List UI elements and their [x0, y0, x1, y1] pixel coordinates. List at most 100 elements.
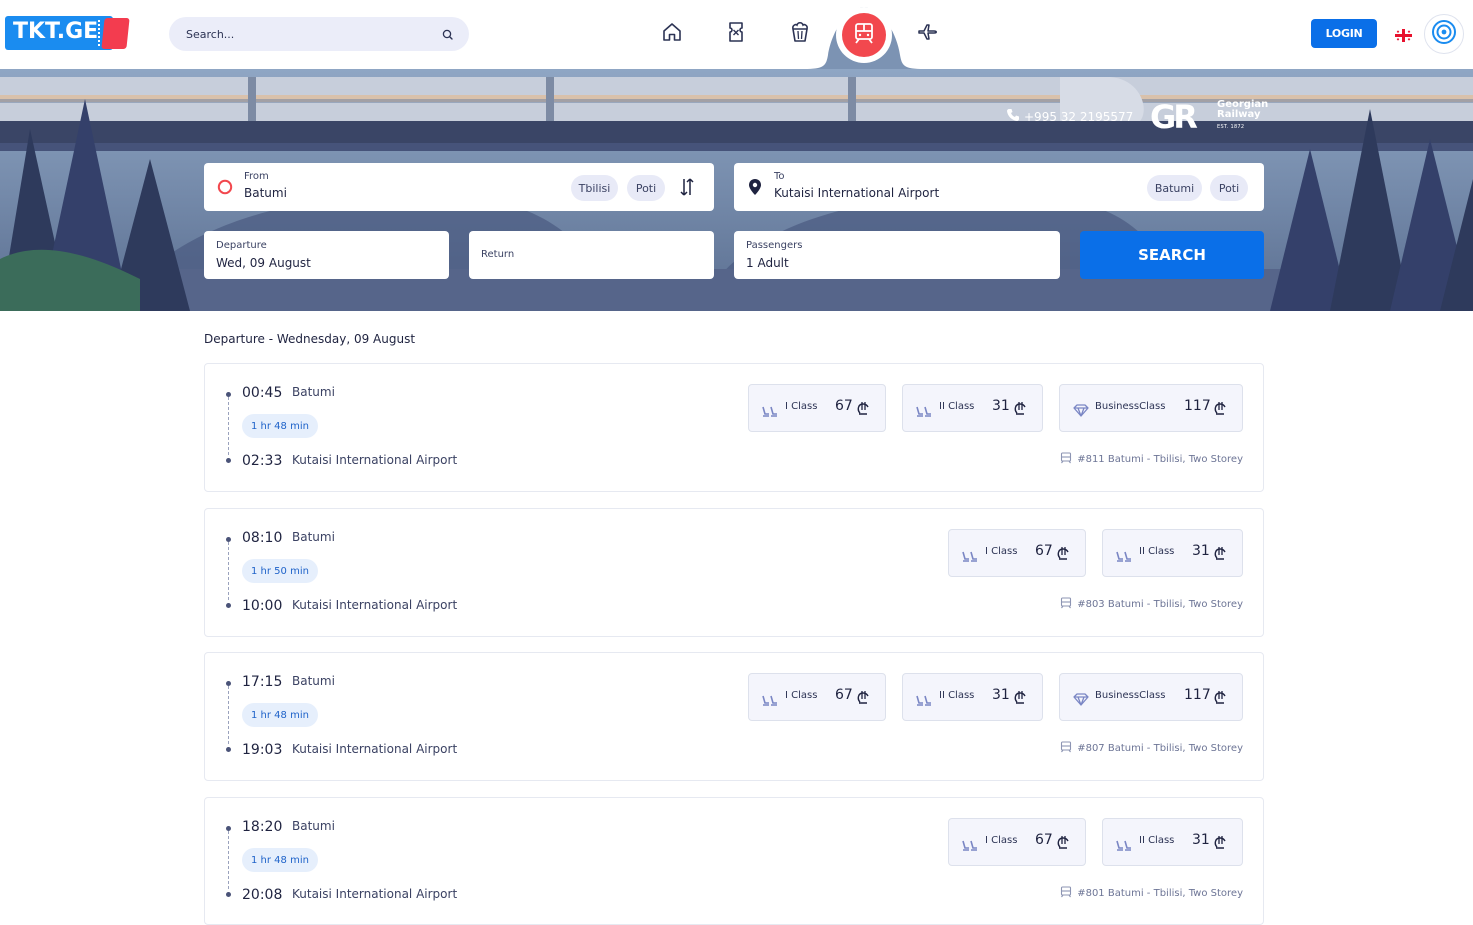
class-price-button[interactable]: I Class 67 [948, 529, 1086, 577]
arrival-city: Kutaisi International Airport [292, 742, 458, 756]
departure-time: 17:15 [242, 674, 283, 690]
profile-button[interactable] [1424, 14, 1464, 54]
gr-logo-est: EST. 1872 [1217, 124, 1245, 130]
lari-icon [1214, 834, 1226, 853]
timeline-line [228, 831, 229, 889]
to-chip-batumi[interactable]: Batumi [1147, 175, 1202, 201]
gr-logo-text: Georgian Railway EST. 1872 [1217, 100, 1268, 132]
nav-railway[interactable] [836, 7, 892, 63]
from-label: From [244, 171, 269, 182]
search-input[interactable] [186, 25, 426, 43]
arrival-city: Kutaisi International Airport [292, 598, 458, 612]
lari-icon [1014, 400, 1026, 419]
class-price-button[interactable]: I Class 67 [948, 818, 1086, 866]
tkt-logo[interactable]: TKT.GE [5, 16, 130, 50]
class-label: BusinessClass [1095, 401, 1166, 412]
to-field[interactable]: To Kutaisi International Airport Batumi … [734, 163, 1264, 211]
departure-city: Batumi [292, 385, 335, 399]
departure-city: Batumi [292, 819, 335, 833]
return-label: Return [481, 249, 515, 260]
contact-phone[interactable]: +995 32 2195577 [1006, 108, 1133, 125]
nav-events[interactable] [722, 19, 750, 49]
return-date-field[interactable]: Return [469, 231, 714, 279]
to-chip-poti[interactable]: Poti [1210, 175, 1248, 201]
search-button[interactable]: SEARCH [1080, 231, 1264, 279]
train-result-card: 08:10 Batumi 1 hr 50 min 10:00 Kutaisi I… [204, 508, 1264, 637]
departure-date-field[interactable]: Departure Wed, 09 August [204, 231, 449, 279]
class-label: I Class [985, 835, 1018, 846]
from-field[interactable]: From Batumi Tbilisi Poti [204, 163, 714, 211]
class-price: 31 [1192, 832, 1210, 848]
departure-value: Wed, 09 August [216, 256, 311, 270]
arrival-time: 10:00 [242, 598, 283, 614]
class-price-button[interactable]: I Class 67 [748, 384, 886, 432]
train-info-text: #807 Batumi - Tbilisi, Two Storey [1077, 743, 1243, 754]
railway-hero: +995 32 2195577 GR Georgian Railway EST.… [0, 69, 1473, 311]
class-price: 31 [992, 687, 1010, 703]
from-chip-poti[interactable]: Poti [627, 175, 665, 201]
departure-city: Batumi [292, 530, 335, 544]
nav-flights[interactable] [914, 19, 942, 49]
class-price: 67 [1035, 832, 1053, 848]
to-value: Kutaisi International Airport [774, 186, 940, 200]
arrival-city: Kutaisi International Airport [292, 887, 458, 901]
train-small-icon [1060, 741, 1072, 756]
georgia-flag-icon[interactable] [1395, 27, 1412, 42]
lari-icon [1214, 545, 1226, 564]
lari-icon [1014, 689, 1026, 708]
seat-icon [762, 402, 778, 421]
class-price: 67 [1035, 543, 1053, 559]
class-price: 117 [1184, 398, 1211, 414]
active-tab-circle [842, 13, 886, 57]
top-header: TKT.GE LOGIN [0, 0, 1473, 69]
diamond-icon [1073, 691, 1089, 710]
search-icon[interactable] [441, 27, 455, 41]
class-price-button[interactable]: II Class 31 [1102, 818, 1243, 866]
route-timeline [226, 536, 232, 608]
lari-icon [1214, 400, 1226, 419]
class-price: 67 [835, 398, 853, 414]
nav-home[interactable] [658, 19, 686, 49]
passengers-field[interactable]: Passengers 1 Adult [734, 231, 1060, 279]
arrival-time: 02:33 [242, 453, 283, 469]
departure-city: Batumi [292, 674, 335, 688]
seat-icon [1116, 836, 1132, 855]
ticket-icon [724, 20, 748, 48]
class-price-button[interactable]: II Class 31 [1102, 529, 1243, 577]
gr-logo-mark: GR [1150, 98, 1198, 136]
departure-time: 18:20 [242, 819, 283, 835]
passengers-label: Passengers [746, 240, 803, 251]
swap-icon[interactable] [679, 175, 695, 203]
duration-badge: 1 hr 48 min [242, 848, 318, 872]
lari-icon [1057, 545, 1069, 564]
duration-badge: 1 hr 50 min [242, 559, 318, 583]
class-price-button[interactable]: II Class 31 [902, 384, 1043, 432]
class-price-button[interactable]: I Class 67 [748, 673, 886, 721]
train-result-card: 00:45 Batumi 1 hr 48 min 02:33 Kutaisi I… [204, 363, 1264, 492]
class-price-button[interactable]: BusinessClass 117 [1059, 384, 1243, 432]
route-timeline [226, 680, 232, 752]
duration-badge: 1 hr 48 min [242, 703, 318, 727]
departure-label: Departure [216, 240, 267, 251]
train-small-icon [1060, 597, 1072, 612]
seat-icon [762, 691, 778, 710]
from-chip-tbilisi[interactable]: Tbilisi [571, 175, 618, 201]
login-button[interactable]: LOGIN [1311, 19, 1377, 48]
class-price-button[interactable]: BusinessClass 117 [1059, 673, 1243, 721]
logo-perforation [98, 20, 104, 46]
train-info-text: #801 Batumi - Tbilisi, Two Storey [1077, 888, 1243, 899]
seat-icon [962, 836, 978, 855]
class-label: I Class [785, 690, 818, 701]
home-icon [660, 20, 684, 48]
train-info: #811 Batumi - Tbilisi, Two Storey [1060, 452, 1243, 467]
class-price-button[interactable]: II Class 31 [902, 673, 1043, 721]
class-price: 31 [992, 398, 1010, 414]
timeline-line [228, 686, 229, 744]
class-label: II Class [939, 401, 975, 412]
class-label: I Class [985, 546, 1018, 557]
passengers-value: 1 Adult [746, 256, 789, 270]
global-search [169, 17, 469, 51]
train-info-text: #803 Batumi - Tbilisi, Two Storey [1077, 599, 1243, 610]
train-info: #807 Batumi - Tbilisi, Two Storey [1060, 741, 1243, 756]
route-timeline [226, 391, 232, 463]
